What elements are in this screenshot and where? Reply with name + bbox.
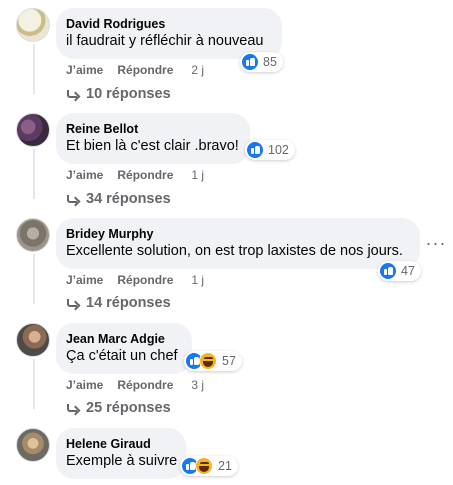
- reaction-summary[interactable]: 21: [180, 456, 238, 476]
- reaction-count: 21: [218, 459, 232, 473]
- comment-thread: David Rodrigues il faudrait y réfléchir …: [0, 0, 453, 485]
- like-button[interactable]: J’aime: [66, 167, 103, 183]
- comment-actions: J’aime Répondre 1 j: [66, 272, 204, 288]
- avatar[interactable]: [16, 218, 50, 252]
- reaction-count: 85: [263, 55, 277, 69]
- haha-reaction-icon: [195, 457, 213, 475]
- comment-timestamp[interactable]: 1 j: [191, 272, 204, 288]
- comment-text: Excellente solution, on est trop laxiste…: [66, 243, 403, 259]
- comment-actions: J’aime Répondre 1 j: [66, 167, 204, 183]
- avatar[interactable]: [16, 113, 50, 147]
- reaction-summary[interactable]: 102: [245, 140, 295, 160]
- avatar[interactable]: [16, 323, 50, 357]
- like-button[interactable]: J’aime: [66, 272, 103, 288]
- comment-timestamp[interactable]: 1 j: [191, 167, 204, 183]
- comment: Bridey Murphy Excellente solution, on es…: [0, 210, 453, 315]
- comment-actions: J’aime Répondre 3 j: [66, 377, 204, 393]
- view-replies-link[interactable]: 34 réponses: [66, 190, 171, 209]
- reaction-count: 47: [401, 264, 415, 278]
- reaction-summary[interactable]: 47: [378, 261, 421, 281]
- comment-bubble: Helene Giraud Exemple à suivre: [56, 428, 186, 479]
- comment-text: Exemple à suivre: [66, 453, 178, 469]
- reaction-summary[interactable]: 57: [184, 351, 242, 371]
- reply-arrow-icon: [66, 194, 78, 205]
- comment-author[interactable]: Bridey Murphy: [66, 226, 408, 242]
- comment-text: il faudrait y réfléchir à nouveau: [66, 33, 264, 49]
- avatar[interactable]: [16, 8, 50, 42]
- reply-arrow-icon: [66, 89, 78, 100]
- comment: Jean Marc Adgie Ça c'était un chef 57 J’…: [0, 315, 453, 420]
- reply-button[interactable]: Répondre: [117, 272, 173, 288]
- reaction-summary[interactable]: 85: [240, 52, 283, 72]
- like-button[interactable]: J’aime: [66, 377, 103, 393]
- comment: Helene Giraud Exemple à suivre 21: [0, 420, 453, 485]
- like-reaction-icon: [242, 54, 258, 70]
- comment-text: Ça c'était un chef: [66, 348, 178, 364]
- replies-count[interactable]: 10 réponses: [86, 85, 171, 104]
- comment-author[interactable]: Helene Giraud: [66, 436, 174, 452]
- comment: David Rodrigues il faudrait y réfléchir …: [0, 0, 453, 105]
- comment-author[interactable]: Reine Bellot: [66, 121, 238, 137]
- view-replies-link[interactable]: 25 réponses: [66, 399, 171, 418]
- comment-timestamp[interactable]: 3 j: [191, 377, 204, 393]
- comment-actions: J’aime Répondre 2 j: [66, 62, 204, 78]
- reaction-count: 57: [222, 354, 236, 368]
- comment-author[interactable]: Jean Marc Adgie: [66, 331, 180, 347]
- reply-button[interactable]: Répondre: [117, 167, 173, 183]
- avatar[interactable]: [16, 428, 50, 462]
- view-replies-link[interactable]: 14 réponses: [66, 294, 171, 313]
- comment-text: Et bien là c'est clair .bravo!: [66, 138, 239, 154]
- more-options-button[interactable]: ···: [425, 232, 447, 254]
- reply-button[interactable]: Répondre: [117, 62, 173, 78]
- reply-arrow-icon: [66, 403, 78, 414]
- comment: Reine Bellot Et bien là c'est clair .bra…: [0, 105, 453, 210]
- replies-count[interactable]: 14 réponses: [86, 294, 171, 313]
- comment-bubble: Reine Bellot Et bien là c'est clair .bra…: [56, 113, 250, 164]
- reply-arrow-icon: [66, 298, 78, 309]
- like-button[interactable]: J’aime: [66, 62, 103, 78]
- view-replies-link[interactable]: 10 réponses: [66, 85, 171, 104]
- replies-count[interactable]: 25 réponses: [86, 399, 171, 418]
- reaction-count: 102: [268, 143, 289, 157]
- reply-button[interactable]: Répondre: [117, 377, 173, 393]
- comment-author[interactable]: David Rodrigues: [66, 16, 270, 32]
- replies-count[interactable]: 34 réponses: [86, 190, 171, 209]
- like-reaction-icon: [380, 263, 396, 279]
- like-reaction-icon: [247, 142, 263, 158]
- haha-reaction-icon: [199, 352, 217, 370]
- comment-bubble: Jean Marc Adgie Ça c'était un chef: [56, 323, 192, 374]
- comment-bubble: Bridey Murphy Excellente solution, on es…: [56, 218, 420, 269]
- comment-timestamp[interactable]: 2 j: [191, 62, 204, 78]
